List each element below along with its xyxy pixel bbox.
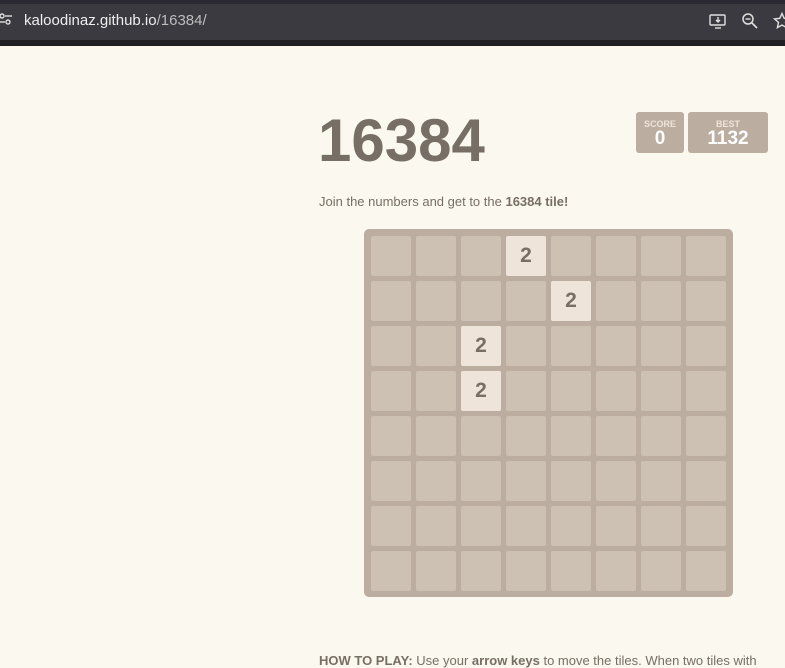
grid-cell [641, 236, 681, 276]
install-app-icon[interactable] [709, 12, 727, 30]
grid-cell [461, 281, 501, 321]
grid-cell [596, 371, 636, 411]
grid-cell [461, 551, 501, 591]
browser-toolbar: kaloodinaz.github.io/16384/ [0, 0, 785, 46]
tile-2: 2 [461, 326, 501, 366]
grid-cell [461, 461, 501, 501]
grid-cell [596, 236, 636, 276]
grid-cell [416, 281, 456, 321]
grid-cell [596, 326, 636, 366]
grid-cell [551, 551, 591, 591]
tile-2: 2 [461, 371, 501, 411]
grid-cell [686, 506, 726, 546]
grid-cell [506, 506, 546, 546]
score-value: 0 [654, 128, 666, 149]
url-host: kaloodinaz.github.io [24, 12, 157, 29]
grid-cell [596, 461, 636, 501]
grid-cell [461, 236, 501, 276]
grid-cell [641, 326, 681, 366]
grid-cell [416, 416, 456, 456]
grid-cell [686, 281, 726, 321]
grid-cell [551, 506, 591, 546]
url-text[interactable]: kaloodinaz.github.io/16384/ [24, 12, 207, 29]
grid-cell [596, 281, 636, 321]
score-box: SCORE 0 [636, 112, 684, 153]
grid-cell [506, 326, 546, 366]
url-path: /16384/ [156, 12, 207, 29]
grid-cell [551, 371, 591, 411]
grid-cell [371, 461, 411, 501]
best-score-box: BEST 1132 [688, 112, 768, 153]
grid-cell [596, 506, 636, 546]
game-intro: Join the numbers and get to the 16384 ti… [319, 194, 568, 209]
grid-cell [506, 551, 546, 591]
grid-cell [371, 236, 411, 276]
grid-cell [416, 236, 456, 276]
grid-cell [506, 371, 546, 411]
how-to-play-text: Use your [412, 653, 472, 668]
grid-cell [596, 551, 636, 591]
how-to-play-text-2: to move the tiles. When two tiles with [539, 653, 757, 668]
grid-cell [686, 461, 726, 501]
game-title: 16384 [318, 107, 485, 174]
grid-cell [371, 281, 411, 321]
grid-cell [371, 371, 411, 411]
grid-cell [641, 551, 681, 591]
grid-cell [686, 416, 726, 456]
grid-cell [686, 236, 726, 276]
grid-cell [506, 461, 546, 501]
grid-cell [551, 326, 591, 366]
grid-cell [416, 551, 456, 591]
grid-cell [686, 371, 726, 411]
game-board[interactable]: 2222 [364, 229, 733, 597]
site-info-icon[interactable] [0, 12, 12, 26]
tile-2: 2 [506, 236, 546, 276]
grid-cell [416, 506, 456, 546]
grid-cell [506, 416, 546, 456]
game-page: 16384 SCORE 0 BEST 1132 Join the numbers… [0, 46, 785, 668]
how-to-play: HOW TO PLAY: Use your arrow keys to move… [319, 653, 757, 668]
grid-cell [641, 371, 681, 411]
grid-cell [641, 281, 681, 321]
grid-cell [551, 416, 591, 456]
bookmark-star-icon[interactable] [773, 12, 785, 30]
grid-cell [461, 506, 501, 546]
how-to-play-label: HOW TO PLAY: [319, 653, 413, 668]
grid-cell [506, 281, 546, 321]
grid-cell [641, 461, 681, 501]
grid-cell [551, 236, 591, 276]
grid-cell [596, 416, 636, 456]
best-value: 1132 [707, 128, 749, 149]
zoom-out-icon[interactable] [741, 12, 759, 30]
grid-cell [371, 416, 411, 456]
grid-cell [686, 551, 726, 591]
grid-cell [461, 416, 501, 456]
grid-cell [551, 461, 591, 501]
grid-cell [416, 461, 456, 501]
intro-text: Join the numbers and get to the [319, 194, 506, 209]
grid-cell [416, 371, 456, 411]
grid-cell [641, 416, 681, 456]
grid-cell [371, 551, 411, 591]
intro-goal: 16384 tile! [505, 194, 569, 209]
grid-cell [371, 326, 411, 366]
grid-cell [686, 326, 726, 366]
grid-cell [416, 326, 456, 366]
tile-2: 2 [551, 281, 591, 321]
grid-cell [641, 506, 681, 546]
grid-cell [371, 506, 411, 546]
arrow-keys-text: arrow keys [471, 653, 540, 668]
